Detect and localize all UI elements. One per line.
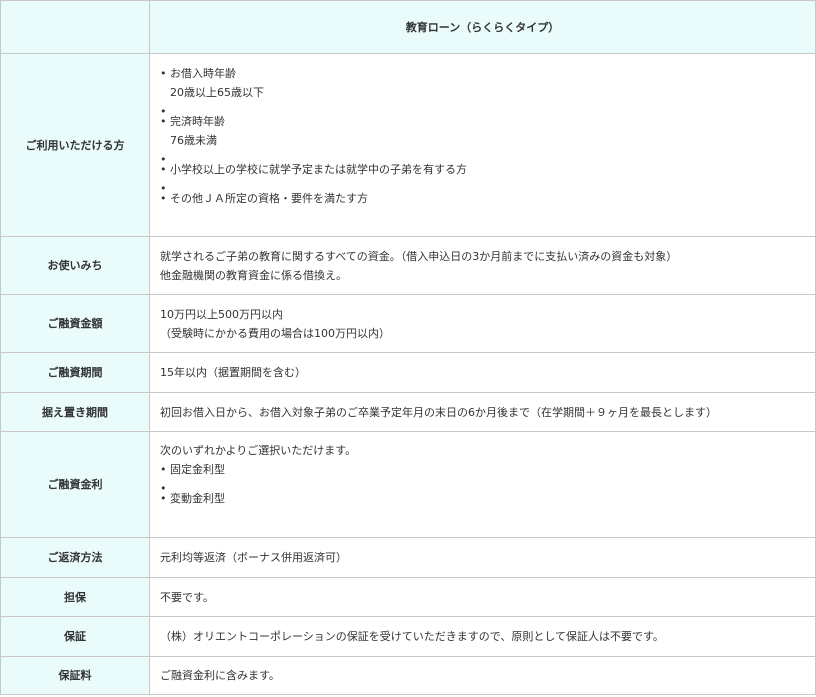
row-value-rate: 次のいずれかよりご選択いただけます。 固定金利型 変動金利型 [149, 431, 816, 538]
row-value-guarantee: （株）オリエントコーポレーションの保証を受けていただきますので、原則として保証人… [149, 616, 816, 657]
list-item: 小学校以上の学校に就学予定または就学中の子弟を有する方 [160, 160, 805, 179]
row-label-eligible: ご利用いただける方 [0, 53, 150, 237]
table-title: 教育ローン（らくらくタイプ） [149, 0, 816, 54]
spacer [160, 479, 805, 498]
table-row-deferment: 据え置き期間 初回お借入日から、お借入対象子弟のご卒業予定年月の末日の6か月後ま… [0, 392, 816, 432]
age-at-completion-label: 完済時年齢 [170, 115, 225, 128]
table-row-repayment: ご返済方法 元利均等返済（ボーナス併用返済可） [0, 537, 816, 578]
amount-line-2: （受験時にかかる費用の場合は100万円以内） [160, 326, 390, 340]
table-row-term: ご融資期間 15年以内（据置期間を含む） [0, 352, 816, 393]
table-row-fee: 保証料 ご融資金利に含みます。 [0, 656, 816, 695]
row-value-eligible: お借入時年齢 20歳以上65歳以下 完済時年齢 76歳未満 小学校以上の学校に就学予… [149, 53, 816, 237]
eligibility-list: お借入時年齢 20歳以上65歳以下 完済時年齢 76歳未満 小学校以上の学校に就学予… [160, 64, 805, 208]
rate-intro: 次のいずれかよりご選択いただけます。 [160, 444, 357, 457]
row-label-collateral: 担保 [0, 577, 150, 617]
row-label-repayment: ご返済方法 [0, 537, 150, 578]
amount-line-1: 10万円以上500万円以内 [160, 307, 283, 321]
list-item: 固定金利型 [160, 460, 805, 479]
header-corner-cell [0, 0, 150, 54]
row-value-fee: ご融資金利に含みます。 [149, 656, 816, 695]
row-value-repayment: 元利均等返済（ボーナス併用返済可） [149, 537, 816, 578]
table-row-amount: ご融資金額 10万円以上500万円以内 （受験時にかかる費用の場合は100万円以… [0, 294, 816, 353]
row-label-usage: お使いみち [0, 236, 150, 295]
age-at-borrowing-value: 20歳以上65歳以下 [170, 86, 264, 99]
row-label-deferment: 据え置き期間 [0, 392, 150, 432]
rate-options-list: 固定金利型 変動金利型 [160, 460, 805, 508]
list-item: 完済時年齢 76歳未満 [160, 112, 805, 150]
row-label-guarantee: 保証 [0, 616, 150, 657]
loan-info-table: 教育ローン（らくらくタイプ） ご利用いただける方 お借入時年齢 20歳以上65歳以… [0, 0, 816, 695]
row-label-amount: ご融資金額 [0, 294, 150, 353]
row-label-rate: ご融資金利 [0, 431, 150, 538]
row-value-term: 15年以内（据置期間を含む） [149, 352, 816, 393]
row-label-term: ご融資期間 [0, 352, 150, 393]
row-value-collateral: 不要です。 [149, 577, 816, 617]
row-value-usage: 就学されるご子弟の教育に関するすべての資金。（借入申込日の3か月前までに支払い済… [149, 236, 816, 295]
table-row-collateral: 担保 不要です。 [0, 577, 816, 617]
usage-line-2: 他金融機関の教育資金に係る借換え。 [160, 268, 347, 282]
table-row-usage: お使いみち 就学されるご子弟の教育に関するすべての資金。（借入申込日の3か月前ま… [0, 236, 816, 295]
usage-line-1: 就学されるご子弟の教育に関するすべての資金。（借入申込日の3か月前までに支払い済… [160, 249, 678, 263]
title-row: 教育ローン（らくらくタイプ） [0, 0, 816, 54]
spacer [160, 102, 805, 121]
table-row-rate: ご融資金利 次のいずれかよりご選択いただけます。 固定金利型 変動金利型 [0, 431, 816, 538]
age-at-borrowing-label: お借入時年齢 [170, 67, 236, 80]
table-row-eligible: ご利用いただける方 お借入時年齢 20歳以上65歳以下 完済時年齢 76歳未満 小学… [0, 53, 816, 237]
list-item: その他ＪＡ所定の資格・要件を満たす方 [160, 189, 805, 208]
table-row-guarantee: 保証 （株）オリエントコーポレーションの保証を受けていただきますので、原則として… [0, 616, 816, 657]
spacer [160, 150, 805, 169]
list-item: お借入時年齢 20歳以上65歳以下 [160, 64, 805, 102]
row-value-deferment: 初回お借入日から、お借入対象子弟のご卒業予定年月の末日の6か月後まで（在学期間＋… [149, 392, 816, 432]
list-item: 変動金利型 [160, 489, 805, 508]
spacer [160, 179, 805, 198]
row-value-amount: 10万円以上500万円以内 （受験時にかかる費用の場合は100万円以内） [149, 294, 816, 353]
row-label-fee: 保証料 [0, 656, 150, 695]
age-at-completion-value: 76歳未満 [170, 134, 217, 147]
